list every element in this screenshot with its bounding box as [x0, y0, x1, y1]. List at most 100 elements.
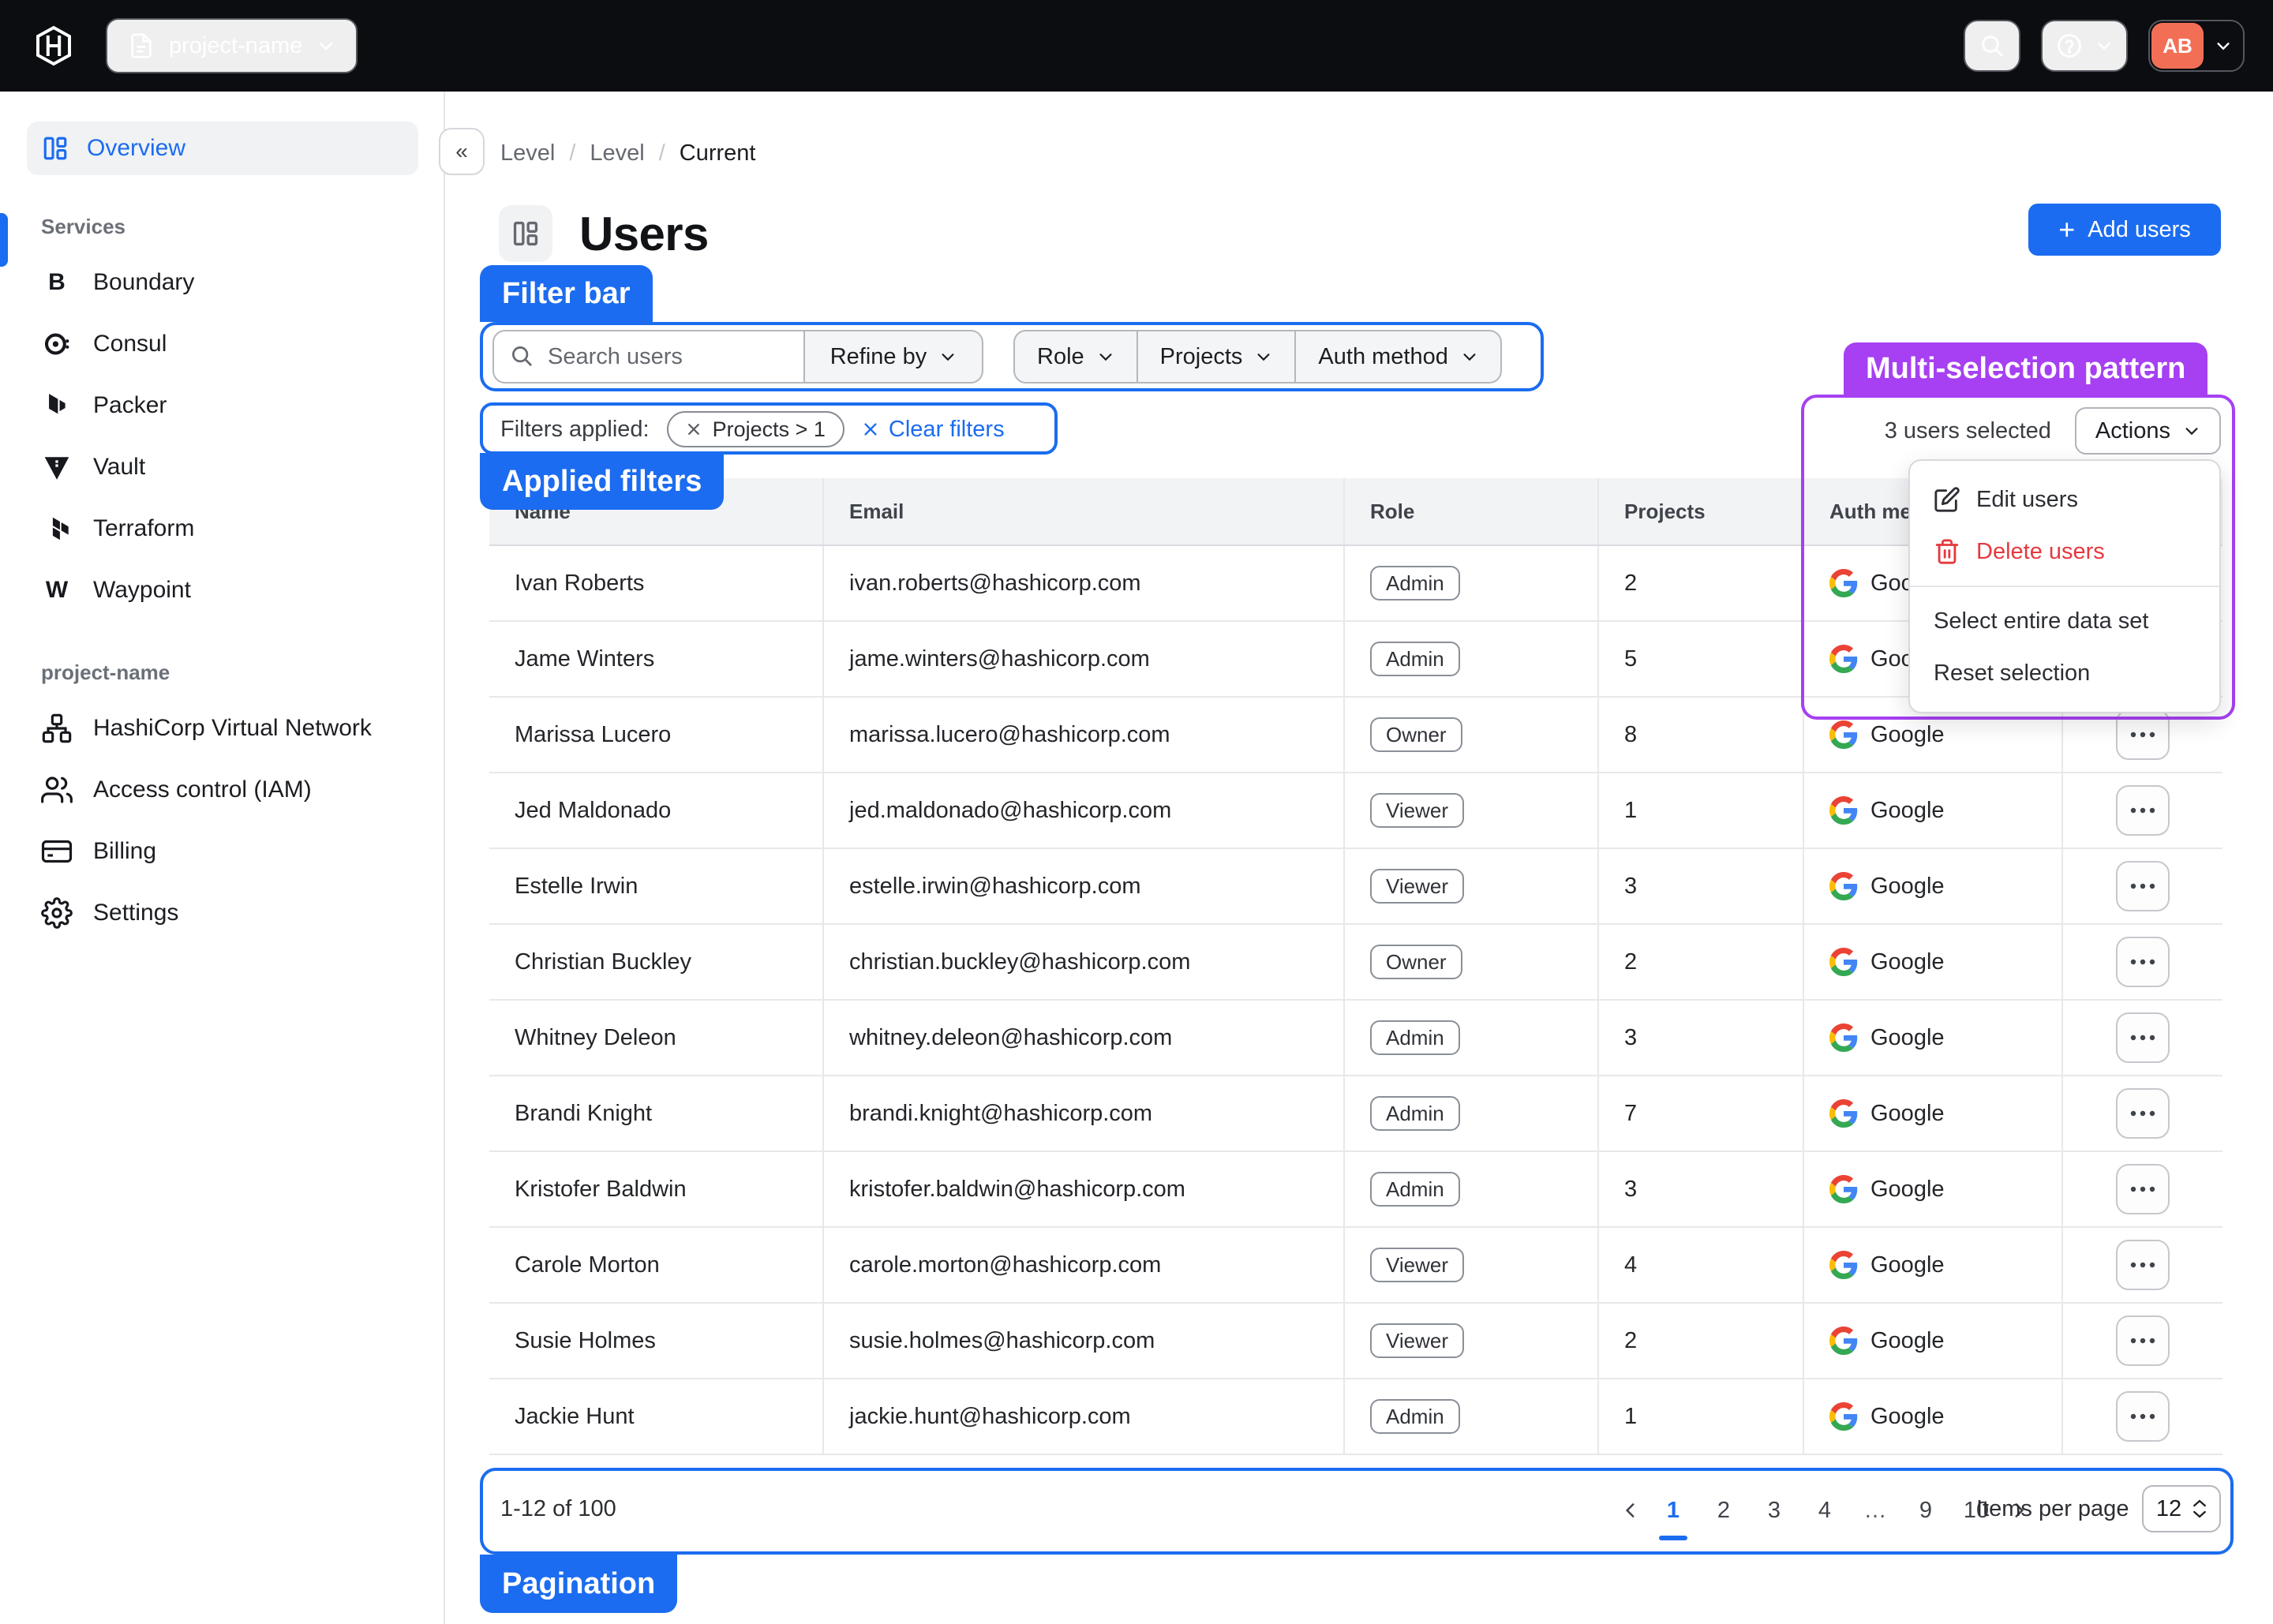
- sidebar-item-packer[interactable]: Packer: [27, 375, 418, 436]
- auth-method-label: Google: [1870, 1177, 1945, 1203]
- sidebar-item-overview[interactable]: Overview: [27, 122, 418, 175]
- cell-name: Brandi Knight: [489, 1076, 822, 1151]
- actions-button[interactable]: Actions: [2075, 407, 2221, 455]
- page-button-4[interactable]: 4: [1806, 1490, 1844, 1531]
- cell-row-actions: [2061, 1304, 2222, 1378]
- breadcrumb-link-level[interactable]: Level: [500, 140, 555, 167]
- google-icon: [1829, 720, 1858, 749]
- packer-icon: [41, 391, 73, 421]
- ellipsis-icon: [2130, 1338, 2155, 1344]
- sidebar-item-vault[interactable]: Vault: [27, 436, 418, 498]
- clear-filters-link[interactable]: Clear filters: [862, 417, 1005, 443]
- role-badge: Owner: [1370, 717, 1462, 752]
- sidebar-item-billing[interactable]: Billing: [27, 821, 418, 882]
- applied-filters-label: Filters applied:: [500, 417, 650, 443]
- cell-role: Viewer: [1343, 849, 1597, 923]
- stepper-carets-icon: [2192, 1499, 2207, 1519]
- row-actions-button[interactable]: [2116, 1391, 2170, 1442]
- ellipsis-icon: [2130, 732, 2155, 738]
- project-switcher[interactable]: project-name: [106, 18, 358, 73]
- filter-dropdown-role[interactable]: Role: [1013, 330, 1138, 384]
- filter-dropdown-projects[interactable]: Projects: [1138, 330, 1297, 384]
- menu-item-label: Delete users: [1976, 539, 2105, 565]
- menu-item-reset-selection[interactable]: Reset selection: [1910, 647, 2219, 699]
- chevron-left-icon: [1620, 1500, 1641, 1521]
- column-header-email: Email: [822, 478, 1343, 544]
- page-button-3[interactable]: 3: [1755, 1490, 1793, 1531]
- sidebar-item-label: Packer: [93, 392, 167, 419]
- table-row: Estelle Irwinestelle.irwin@hashicorp.com…: [489, 849, 2222, 925]
- role-badge: Viewer: [1370, 869, 1464, 904]
- sidebar-item-settings[interactable]: Settings: [27, 882, 418, 944]
- cell-auth-method: Google: [1803, 849, 2061, 923]
- row-actions-button[interactable]: [2116, 709, 2170, 760]
- row-actions-button[interactable]: [2116, 785, 2170, 836]
- global-search-button[interactable]: [1964, 20, 2020, 72]
- annotation-multi-selection: Multi-selection pattern: [1844, 342, 2207, 395]
- sidebar-item-consul[interactable]: Consul: [27, 313, 418, 375]
- vault-icon: [41, 453, 73, 481]
- page-button-9[interactable]: 9: [1907, 1490, 1945, 1531]
- annotation-pagination: Pagination: [480, 1555, 677, 1613]
- close-icon: [862, 421, 879, 438]
- refine-by-button[interactable]: Refine by: [803, 330, 983, 384]
- page-button-2[interactable]: 2: [1705, 1490, 1743, 1531]
- breadcrumb-separator: /: [659, 140, 665, 167]
- items-per-page-stepper[interactable]: 12: [2142, 1485, 2221, 1532]
- add-users-button[interactable]: + Add users: [2028, 204, 2221, 256]
- page-button-1[interactable]: 1: [1654, 1490, 1692, 1531]
- search-icon: [510, 344, 534, 368]
- collapse-sidebar-button[interactable]: «: [439, 128, 485, 175]
- cell-email: whitney.deleon@hashicorp.com: [822, 1001, 1343, 1075]
- table-row: Brandi Knightbrandi.knight@hashicorp.com…: [489, 1076, 2222, 1152]
- search-icon: [1979, 33, 2005, 58]
- table-row: Carole Mortoncarole.morton@hashicorp.com…: [489, 1228, 2222, 1304]
- project-switcher-label: project-name: [169, 33, 302, 59]
- filter-dropdown-auth-method[interactable]: Auth method: [1296, 330, 1501, 384]
- row-actions-button[interactable]: [2116, 1164, 2170, 1214]
- table-row: Jackie Huntjackie.hunt@hashicorp.comAdmi…: [489, 1379, 2222, 1455]
- cell-projects: 3: [1597, 849, 1803, 923]
- cell-row-actions: [2061, 849, 2222, 923]
- ellipsis-icon: [2130, 1035, 2155, 1041]
- row-actions-button[interactable]: [2116, 937, 2170, 987]
- cell-projects: 8: [1597, 698, 1803, 772]
- menu-item-select-entire-data-set[interactable]: Select entire data set: [1910, 595, 2219, 647]
- trash-icon: [1934, 538, 1960, 565]
- filter-chip-projects-1[interactable]: Projects > 1: [667, 411, 844, 447]
- menu-item-delete-users[interactable]: Delete users: [1910, 526, 2219, 578]
- credit-card-icon: [41, 836, 73, 867]
- breadcrumb-separator: /: [569, 140, 575, 167]
- sidebar-item-boundary[interactable]: BBoundary: [27, 252, 418, 313]
- menu-item-edit-users[interactable]: Edit users: [1910, 473, 2219, 526]
- sidebar-item-terraform[interactable]: Terraform: [27, 498, 418, 559]
- breadcrumb: Level/Level/Current: [500, 140, 755, 167]
- row-actions-button[interactable]: [2116, 1315, 2170, 1366]
- help-menu-button[interactable]: [2041, 20, 2128, 72]
- row-actions-button[interactable]: [2116, 861, 2170, 911]
- table-row: Susie Holmessusie.holmes@hashicorp.comVi…: [489, 1304, 2222, 1379]
- ellipsis-icon: [2130, 1413, 2155, 1420]
- cell-projects: 3: [1597, 1152, 1803, 1226]
- sidebar-item-access-control-iam[interactable]: Access control (IAM): [27, 759, 418, 821]
- row-actions-button[interactable]: [2116, 1012, 2170, 1063]
- sidebar-item-hashicorp-virtual-network[interactable]: HashiCorp Virtual Network: [27, 698, 418, 759]
- account-menu-button[interactable]: AB: [2148, 20, 2245, 72]
- breadcrumb-link-level[interactable]: Level: [590, 140, 644, 167]
- cell-name: Jackie Hunt: [489, 1379, 822, 1454]
- row-actions-button[interactable]: [2116, 1240, 2170, 1290]
- sidebar-item-waypoint[interactable]: WWaypoint: [27, 559, 418, 621]
- search-users-input[interactable]: [492, 330, 805, 384]
- chevron-down-icon: [2215, 37, 2232, 54]
- actions-menu: Edit users Delete users Select entire data…: [1908, 459, 2221, 713]
- consul-icon: [41, 329, 73, 359]
- cell-row-actions: [2061, 1228, 2222, 1302]
- cell-row-actions: [2061, 1379, 2222, 1454]
- ellipsis-icon: [2130, 883, 2155, 889]
- row-actions-button[interactable]: [2116, 1088, 2170, 1139]
- hashicorp-logo-icon[interactable]: [35, 25, 73, 66]
- cell-email: jame.winters@hashicorp.com: [822, 622, 1343, 696]
- previous-page-button[interactable]: [1613, 1490, 1648, 1531]
- sidebar-sections: ServicesBBoundaryConsulPackerVaultTerraf…: [0, 215, 444, 944]
- applied-filters-bar: Filters applied: Projects > 1 Clear filt…: [500, 410, 1005, 448]
